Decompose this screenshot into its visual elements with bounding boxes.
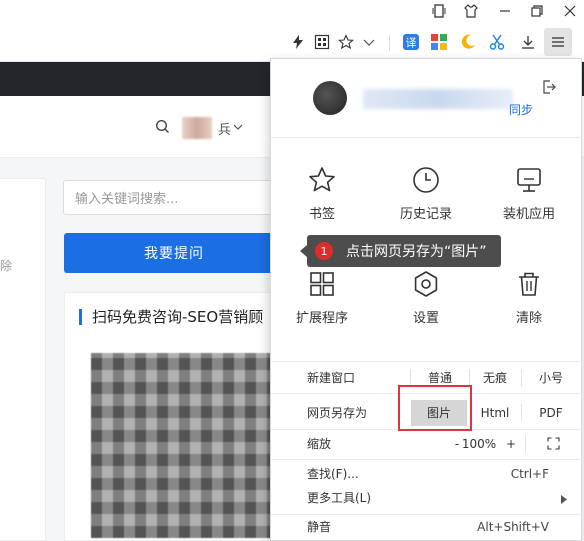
moon-icon[interactable] <box>457 31 479 53</box>
clock-icon <box>381 163 471 197</box>
chevron-right-icon <box>561 493 567 507</box>
user-area[interactable]: 兵 <box>155 116 243 140</box>
new-window-label: 新建窗口 <box>307 371 356 385</box>
history-tile[interactable]: 历史记录 <box>381 163 471 233</box>
installed-apps-label: 装机应用 <box>502 207 555 222</box>
zoom-row: 缩放 - 100% + <box>271 429 583 459</box>
promo-title: 扫码免费咨询-SEO营销顾 <box>79 309 263 325</box>
bookmarks-tile[interactable]: 书签 <box>277 163 367 233</box>
history-label: 历史记录 <box>399 207 452 222</box>
settings-label: 设置 <box>412 311 439 326</box>
tooltip-text: 点击网页另存为“图片” <box>346 244 487 260</box>
monitor-icon <box>484 163 574 197</box>
new-window-incognito[interactable]: 无痕 <box>471 363 519 393</box>
gear-icon <box>381 267 471 301</box>
promo-card: 扫码免费咨询-SEO营销顾 <box>64 292 291 541</box>
avatar[interactable] <box>313 81 347 115</box>
zoom-level: 100% <box>461 437 497 451</box>
mute-row[interactable]: 静音 Alt+Shift+V <box>271 512 583 541</box>
qr-code-image <box>91 353 291 538</box>
divider <box>521 404 522 422</box>
save-as-label: 网页另存为 <box>307 406 368 420</box>
apps-icon[interactable] <box>428 31 450 53</box>
close-icon[interactable] <box>559 0 581 22</box>
download-icon[interactable] <box>517 31 539 53</box>
mute-shortcut: Alt+Shift+V <box>477 520 549 534</box>
browser-toolbar: 译 <box>0 0 584 62</box>
grid-icon <box>277 267 367 301</box>
scissors-icon[interactable] <box>486 31 508 53</box>
ask-question-button[interactable]: 我要提问 <box>64 233 284 273</box>
toolbar-divider <box>389 35 390 51</box>
clear-data-tile[interactable]: 清除 <box>484 267 574 337</box>
more-tools-label: 更多工具(L) <box>307 491 372 505</box>
account-name <box>363 89 513 109</box>
divider <box>521 369 522 387</box>
star-icon <box>277 163 367 197</box>
step-badge: 1 <box>315 242 333 260</box>
menu-profile[interactable]: 同步 <box>271 59 583 137</box>
left-text-fragment: 除 <box>0 259 13 273</box>
translate-icon[interactable]: 译 <box>400 31 422 53</box>
installed-apps-tile[interactable]: 装机应用 <box>484 163 574 233</box>
bookmarks-label: 书签 <box>308 207 335 222</box>
zoom-label: 缩放 <box>307 437 332 451</box>
logout-icon[interactable] <box>541 79 557 99</box>
lightning-icon[interactable] <box>287 31 309 53</box>
search-icon[interactable] <box>155 119 170 138</box>
search-input[interactable]: 输入关键词搜索... <box>63 180 283 215</box>
clear-data-label: 清除 <box>515 311 542 326</box>
svg-text:译: 译 <box>406 37 417 50</box>
sync-link[interactable]: 同步 <box>509 101 533 118</box>
more-tools-row[interactable]: 更多工具(L) <box>271 483 583 513</box>
new-window-alt-account[interactable]: 小号 <box>527 363 575 393</box>
chevron-down-icon[interactable] <box>358 31 380 53</box>
mute-label: 静音 <box>307 520 332 534</box>
chevron-down-icon[interactable] <box>233 121 243 136</box>
fullscreen-icon[interactable] <box>543 429 563 459</box>
save-as-pdf-option[interactable]: PDF <box>527 398 575 428</box>
save-as-html-option[interactable]: Html <box>471 398 519 428</box>
menu-icon[interactable] <box>544 28 572 56</box>
menu-divider <box>271 137 583 138</box>
browser-main-menu: 同步 书签 历史记录 装机应用 1 点击网页另存为“图片” 扩展程序 设置 清除… <box>270 58 583 541</box>
qr-code-icon[interactable] <box>311 31 333 53</box>
avatar[interactable] <box>182 117 212 139</box>
tooltip-arrow <box>300 245 307 257</box>
search-placeholder: 输入关键词搜索... <box>75 192 179 207</box>
star-icon[interactable] <box>335 31 357 53</box>
extensions-tile[interactable]: 扩展程序 <box>277 267 367 337</box>
left-content-card: 除 <box>0 178 46 541</box>
user-name[interactable]: 兵 <box>218 119 231 138</box>
tooltip: 1 点击网页另存为“图片” <box>300 235 501 267</box>
extensions-label: 扩展程序 <box>295 311 348 326</box>
minimize-icon[interactable] <box>494 0 516 22</box>
tablet-icon[interactable] <box>428 0 450 22</box>
zoom-in-button[interactable]: + <box>501 429 521 459</box>
trash-icon <box>484 267 574 301</box>
shirt-icon[interactable] <box>460 0 482 22</box>
settings-tile[interactable]: 设置 <box>381 267 471 337</box>
restore-icon[interactable] <box>526 0 548 22</box>
highlight-box <box>398 385 472 431</box>
menu-divider <box>271 361 583 362</box>
divider <box>525 435 526 453</box>
